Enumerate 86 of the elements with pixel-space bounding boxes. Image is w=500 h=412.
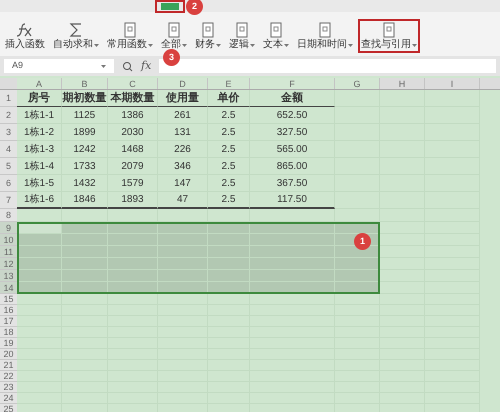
table-cell: 1733 [62,158,108,175]
table-cell: 1468 [108,141,158,158]
table-cell: 2.5 [208,107,250,124]
row-header[interactable]: 2 [0,107,17,124]
table-cell: 261 [158,107,208,124]
column-header[interactable]: B [62,78,108,89]
column-title: 金额 [250,90,335,107]
table-cell: 565.00 [250,141,335,158]
row-header[interactable]: 6 [0,175,17,192]
row-header[interactable]: 8 [0,209,17,222]
table-cell: 327.50 [250,124,335,141]
row-header[interactable]: 3 [0,124,17,141]
row-header[interactable]: 9 [0,222,17,234]
table-cell: 2030 [108,124,158,141]
row-header[interactable]: 24 [0,393,17,404]
row-header[interactable]: 13 [0,270,17,282]
table-cell: 1栋1-5 [17,175,62,192]
table-cell: 2.5 [208,192,250,209]
name-box[interactable]: A9 [4,59,114,73]
column-header[interactable]: F [250,78,335,89]
row-header[interactable]: 7 [0,192,17,209]
table-cell: 2079 [108,158,158,175]
column-title: 单价 [208,90,250,107]
row-header[interactable]: 11 [0,246,17,258]
row-header[interactable]: 20 [0,349,17,360]
row-header[interactable]: 18 [0,327,17,338]
fx-label[interactable]: fx [141,58,152,74]
table-cell: 1栋1-4 [17,158,62,175]
table-cell: 47 [158,192,208,209]
row-header[interactable]: 15 [0,294,17,305]
column-title: 房号 [17,90,62,107]
ribbon-tool[interactable]: 自动求和 [50,19,102,53]
column-header[interactable]: A [17,78,62,89]
ribbon-tool[interactable]: 文本 [260,19,292,53]
row-header[interactable]: 23 [0,382,17,393]
row-header[interactable]: 4 [0,141,17,158]
table-cell: 865.00 [250,158,335,175]
row-header[interactable]: 16 [0,305,17,316]
table-cell: 1893 [108,192,158,209]
table-cell: 1栋1-2 [17,124,62,141]
row-header[interactable]: 17 [0,316,17,327]
row-header[interactable]: 21 [0,360,17,371]
table-cell: 131 [158,124,208,141]
table-cell: 1386 [108,107,158,124]
table-cell: 1125 [62,107,108,124]
column-header[interactable]: H [380,78,425,89]
column-title: 本期数量 [108,90,158,107]
row-header[interactable]: 22 [0,371,17,382]
ribbon-tool[interactable]: 日期和时间 [294,19,356,53]
table-cell: 1242 [62,141,108,158]
table-cell: 1846 [62,192,108,209]
table-cell: 652.50 [250,107,335,124]
ribbon-tool[interactable]: 查找与引用 [358,19,420,53]
ribbon-tool[interactable]: 插入函数 [2,19,48,53]
table-cell: 1栋1-1 [17,107,62,124]
column-header[interactable]: I [425,78,480,89]
column-header[interactable]: G [335,78,380,89]
column-header[interactable]: D [158,78,208,89]
column-title: 期初数量 [62,90,108,107]
row-header[interactable]: 10 [0,234,17,246]
table-cell: 117.50 [250,192,335,209]
row-header[interactable]: 14 [0,282,17,294]
table-cell: 1栋1-6 [17,192,62,209]
column-header[interactable]: C [108,78,158,89]
table-cell: 2.5 [208,158,250,175]
table-cell: 2.5 [208,175,250,192]
table-cell: 1432 [62,175,108,192]
table-cell: 226 [158,141,208,158]
table-cell: 1栋1-3 [17,141,62,158]
column-header[interactable]: E [208,78,250,89]
table-cell: 2.5 [208,141,250,158]
row-header[interactable]: 5 [0,158,17,175]
table-cell: 147 [158,175,208,192]
column-title: 使用量 [158,90,208,107]
ribbon-tool[interactable]: 常用函数 [104,19,156,53]
row-header[interactable]: 25 [0,404,17,412]
table-cell: 2.5 [208,124,250,141]
table-cell: 367.50 [250,175,335,192]
table-cell: 1899 [62,124,108,141]
table-cell: 346 [158,158,208,175]
table-cell: 1579 [108,175,158,192]
ribbon-tool[interactable]: 财务 [192,19,224,53]
row-header[interactable]: 19 [0,338,17,349]
ribbon-tool[interactable]: 逻辑 [226,19,258,53]
row-header[interactable]: 12 [0,258,17,270]
row-header[interactable]: 1 [0,90,17,107]
